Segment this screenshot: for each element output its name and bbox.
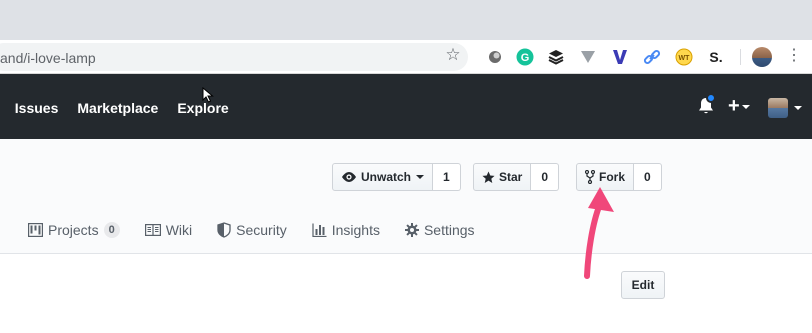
repo-nav-tabs: Projects 0 Wiki Security Insights Settin…: [0, 219, 500, 241]
eye-icon: [341, 171, 357, 183]
browser-menu-icon[interactable]: ⋮: [786, 46, 802, 66]
star-label: Star: [499, 170, 523, 184]
book-icon: [144, 224, 161, 236]
chevron-down-icon: [741, 104, 750, 109]
unwatch-button[interactable]: Unwatch: [332, 163, 434, 191]
vimium-icon[interactable]: [578, 47, 598, 67]
star-outline-icon[interactable]: ☆: [444, 46, 462, 64]
watchers-count[interactable]: 1: [433, 163, 461, 191]
address-bar[interactable]: and/i-love-lamp: [0, 43, 468, 71]
svg-text:G: G: [521, 52, 530, 64]
tab-wiki[interactable]: Wiki: [144, 222, 193, 238]
chevron-down-icon: [416, 175, 425, 179]
gear-icon: [404, 223, 419, 237]
create-new-button[interactable]: +: [728, 95, 750, 117]
tab-settings-label: Settings: [423, 222, 475, 238]
github-header: s Issues Marketplace Explore +: [0, 74, 812, 139]
user-avatar[interactable]: [768, 98, 788, 118]
repo-forked-icon: [585, 170, 595, 184]
tab-projects[interactable]: Projects 0: [28, 222, 120, 238]
link-ext-icon[interactable]: [642, 47, 662, 67]
toolbar-divider: [740, 49, 741, 65]
star-icon: [482, 170, 495, 184]
grammarly-icon[interactable]: G: [515, 47, 535, 67]
plus-icon: +: [728, 95, 740, 117]
avatar-chevron-down-icon[interactable]: [794, 106, 802, 110]
nav-item-issues[interactable]: Issues: [15, 100, 59, 116]
tab-partial[interactable]: [0, 223, 8, 237]
tab-insights[interactable]: Insights: [312, 222, 380, 238]
browser-toolbar: and/i-love-lamp ☆ G WT S. ⋮: [0, 40, 812, 74]
star-button[interactable]: Star: [473, 163, 532, 191]
screenshot-root: and/i-love-lamp ☆ G WT S. ⋮ Issues Marke…: [0, 0, 812, 333]
stargazers-count[interactable]: 0: [531, 163, 560, 191]
watch-button-group: Unwatch 1: [332, 163, 461, 191]
graph-icon: [312, 223, 327, 237]
star-button-group: Star 0: [473, 163, 560, 191]
browser-profile-avatar[interactable]: [752, 47, 772, 67]
tab-projects-count: 0: [103, 222, 120, 238]
tab-security[interactable]: Security: [217, 222, 287, 238]
tab-wiki-label: Wiki: [165, 222, 193, 238]
address-bar-url[interactable]: and/i-love-lamp: [0, 50, 96, 66]
wt-ext-icon[interactable]: WT: [674, 47, 694, 67]
s-ext-icon[interactable]: S.: [707, 47, 727, 67]
tab-security-label: Security: [236, 222, 287, 238]
edit-button[interactable]: Edit: [621, 271, 665, 299]
svg-text:S.: S.: [709, 49, 722, 65]
tab-settings[interactable]: Settings: [404, 222, 475, 238]
shield-icon: [217, 222, 231, 238]
circle-ext-icon[interactable]: [485, 47, 505, 67]
mouse-cursor-icon: [202, 86, 214, 108]
fork-label: Fork: [599, 170, 626, 184]
tab-projects-label: Projects: [48, 222, 99, 238]
tab-insights-label: Insights: [331, 222, 380, 238]
nav-item-marketplace[interactable]: Marketplace: [77, 100, 158, 116]
notification-indicator: [706, 93, 716, 103]
unwatch-label: Unwatch: [361, 170, 412, 184]
v-ext-icon[interactable]: [610, 47, 630, 67]
svg-text:WT: WT: [679, 55, 691, 62]
annotation-arrow-icon: [570, 184, 620, 285]
buffer-icon[interactable]: [546, 47, 566, 67]
forks-count[interactable]: 0: [634, 163, 662, 191]
project-icon: [28, 223, 43, 237]
repo-header: Unwatch 1 Star 0 Fork 0 Projects 0 Wiki …: [0, 139, 812, 254]
browser-tab-strip: [0, 0, 812, 40]
